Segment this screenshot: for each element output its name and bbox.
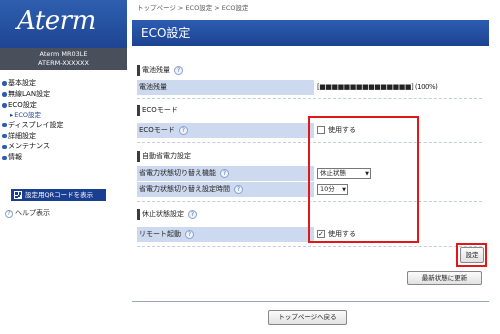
row-label-text: 電池残量 <box>139 83 167 91</box>
nav-subitem-label: ECO設定 <box>14 110 42 119</box>
refresh-status-button[interactable]: 最新状態に更新 <box>407 271 482 285</box>
nav-item-maintenance[interactable]: メンテナンス <box>2 141 126 152</box>
help-link[interactable]: ? ヘルプ表示 <box>5 208 50 219</box>
power-save-time-label: 省電力状態切り替え設定時間? <box>139 182 243 197</box>
model-name: Aterm MR03LE <box>39 50 88 58</box>
section-heading-text: 休止状態設定 <box>142 210 184 218</box>
eco-mode-label: ECOモード? <box>139 123 188 138</box>
battery-level-indicator: [■■■■■■■■■■■■■■■] (100%) <box>317 83 438 91</box>
help-icon[interactable]: ? <box>220 168 229 178</box>
apply-button[interactable]: 設定 <box>460 247 484 263</box>
checkbox-checked-icon <box>317 230 325 238</box>
help-icon[interactable]: ? <box>185 229 194 239</box>
remote-wakeup-cell: 使用する <box>314 227 482 242</box>
chevron-down-icon: ▼ <box>365 170 369 177</box>
help-icon[interactable]: ? <box>234 184 243 194</box>
sidebar: Aterm Aterm MR03LE ATERM-XXXXXX 基本設定 無線L… <box>0 0 127 334</box>
row-label-text: 省電力状態切り替え設定時間 <box>139 185 230 193</box>
bullet-icon <box>2 92 7 97</box>
divider <box>132 301 489 302</box>
power-save-time-row: 省電力状態切り替え設定時間? 10分 ▼ <box>137 182 482 197</box>
bullet-icon <box>2 81 7 86</box>
breadcrumb: トップページ > ECO設定 > ECO設定 <box>137 4 249 12</box>
chevron-down-icon: ▼ <box>342 186 346 193</box>
page-title-bar: ECO設定 <box>132 20 489 46</box>
nav-item-label: 無線LAN設定 <box>8 89 51 98</box>
triangle-right-icon: ▸ <box>10 110 14 119</box>
checkbox-label: 使用する <box>328 126 356 134</box>
bullet-icon <box>2 144 7 150</box>
battery-label: 電池残量 <box>139 80 167 95</box>
eco-mode-row: ECOモード? 使用する <box>137 123 482 138</box>
eco-mode-value-cell: 使用する <box>314 123 482 138</box>
select-value: 休止状態 <box>320 169 346 177</box>
row-label-text: ECOモード <box>139 126 175 134</box>
power-save-function-cell: 休止状態 ▼ <box>314 166 482 181</box>
nav-item-advanced-settings[interactable]: 詳細設定 <box>2 131 126 142</box>
qr-code-icon <box>14 191 22 199</box>
divider <box>137 201 482 202</box>
nav-item-label: ECO設定 <box>8 100 37 109</box>
power-save-time-select[interactable]: 10分 ▼ <box>317 184 348 195</box>
eco-mode-checkbox[interactable]: 使用する <box>317 126 356 135</box>
checkbox-label: 使用する <box>328 230 356 238</box>
bullet-icon <box>2 155 7 161</box>
row-label-text: 省電力状態切り替え機能 <box>139 169 216 177</box>
bullet-icon <box>2 122 7 128</box>
power-save-function-row: 省電力状態切り替え機能? 休止状態 ▼ <box>137 166 482 181</box>
help-icon[interactable]: ? <box>178 125 188 135</box>
select-value: 10分 <box>320 185 335 193</box>
nav-item-label: メンテナンス <box>8 142 50 151</box>
nav-item-basic-settings[interactable]: 基本設定 <box>2 78 126 89</box>
device-id: ATERM-XXXXXX <box>38 59 89 67</box>
help-icon[interactable]: ? <box>188 209 197 219</box>
section-heading-text: ECOモード <box>142 106 178 114</box>
page-title: ECO設定 <box>141 26 191 40</box>
help-label: ヘルプ表示 <box>15 209 50 217</box>
power-save-function-label: 省電力状態切り替え機能? <box>139 166 229 181</box>
battery-row: 電池残量 [■■■■■■■■■■■■■■■] (100%) <box>137 80 482 95</box>
nav-item-label: 基本設定 <box>8 79 36 87</box>
help-icon[interactable]: ? <box>174 65 183 75</box>
checkbox-unchecked-icon <box>317 126 325 134</box>
section-heading-battery: 電池残量? <box>137 64 183 76</box>
divider <box>137 142 482 143</box>
logo-area: Aterm <box>0 0 127 48</box>
bullet-icon <box>2 133 7 139</box>
battery-value-cell: [■■■■■■■■■■■■■■■] (100%) <box>314 80 482 95</box>
help-icon: ? <box>5 209 13 218</box>
nav-item-label: 詳細設定 <box>8 131 36 140</box>
side-nav: 基本設定 無線LAN設定 ECO設定 ▸ECO設定 ディスプレイ設定 詳細設定 … <box>2 78 126 163</box>
nav-item-information[interactable]: 情報 <box>2 152 126 163</box>
section-heading-text: 電池残量 <box>142 66 170 74</box>
nav-subitem-eco-settings[interactable]: ▸ECO設定 <box>2 111 126 120</box>
back-to-top-button[interactable]: トップページへ戻る <box>268 310 347 325</box>
model-info: Aterm MR03LE ATERM-XXXXXX <box>0 48 127 70</box>
power-save-function-select[interactable]: 休止状態 ▼ <box>317 168 371 179</box>
section-heading-auto-power: 自動省電力設定 <box>137 150 191 162</box>
nav-item-label: ディスプレイ設定 <box>8 120 64 129</box>
qr-button-label: 設定用QRコードを表示 <box>25 191 94 199</box>
remote-wakeup-checkbox[interactable]: 使用する <box>317 230 356 239</box>
section-heading-text: 自動省電力設定 <box>142 152 191 160</box>
divider <box>137 246 482 247</box>
remote-wakeup-row: リモート起動? 使用する <box>137 227 482 242</box>
nav-item-label: 情報 <box>8 153 22 162</box>
remote-wakeup-label: リモート起動? <box>139 227 194 242</box>
nav-item-wireless-lan[interactable]: 無線LAN設定 <box>2 89 126 100</box>
section-heading-sleep: 休止状態設定? <box>137 208 197 220</box>
nav-item-eco-settings[interactable]: ECO設定 <box>2 100 126 111</box>
aterm-logo: Aterm <box>17 6 96 36</box>
power-save-time-cell: 10分 ▼ <box>314 182 482 197</box>
row-label-text: リモート起動 <box>139 230 181 238</box>
bullet-icon <box>2 103 7 108</box>
nav-item-display-settings[interactable]: ディスプレイ設定 <box>2 120 126 131</box>
section-heading-eco-mode: ECOモード <box>137 104 178 116</box>
divider <box>137 98 482 99</box>
show-qr-code-button[interactable]: 設定用QRコードを表示 <box>11 189 106 201</box>
